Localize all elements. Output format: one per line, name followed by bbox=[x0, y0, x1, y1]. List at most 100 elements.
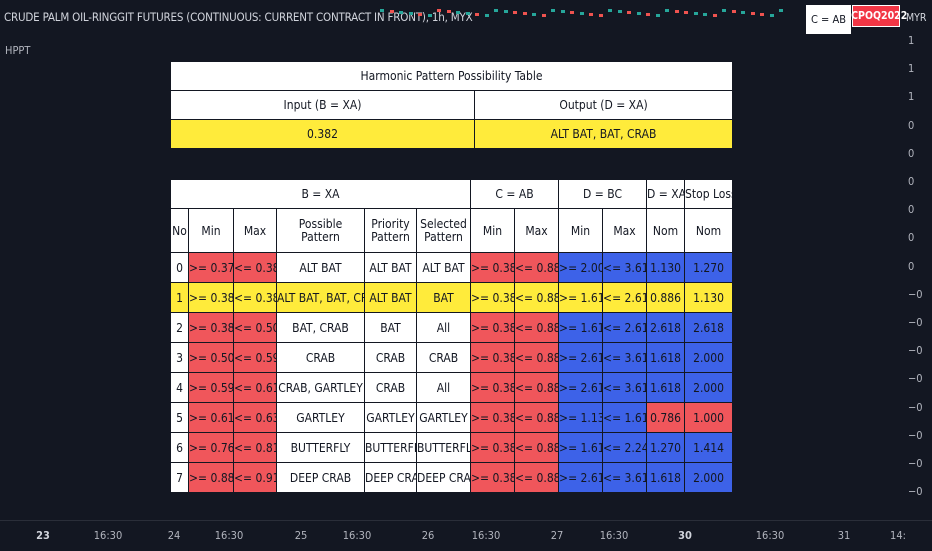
candle bbox=[693, 12, 698, 15]
price-tick: −0 bbox=[908, 457, 923, 470]
candle bbox=[665, 9, 669, 12]
table-row: 6>= 0.762<= 0.810BUTTERFLYBUTTERFLYBUTTE… bbox=[170, 432, 734, 463]
d-min-cell: >= 1.618 bbox=[558, 312, 604, 343]
possibility-table-title: Harmonic Pattern Possibility Table bbox=[169, 61, 734, 91]
c-max-cell: <= 0.886 bbox=[513, 462, 560, 493]
table-row: 7>= 0.886<= 0.913DEEP CRABDEEP CRABDEEP … bbox=[170, 462, 734, 493]
b-min-cell: >= 0.599 bbox=[188, 372, 234, 403]
candle bbox=[769, 14, 774, 17]
row-number: 4 bbox=[170, 372, 189, 403]
d-min-cell: >= 2.000 bbox=[558, 252, 604, 283]
candle bbox=[389, 10, 394, 13]
time-tick: 31 bbox=[837, 529, 851, 542]
output-value: ALT BAT, BAT, CRAB bbox=[473, 119, 734, 149]
col-d-min: Min bbox=[558, 208, 604, 253]
price-tick: −0 bbox=[908, 287, 923, 301]
table-row: 2>= 0.383<= 0.500BAT, CRABBATAll>= 0.382… bbox=[170, 312, 734, 343]
stop-loss-cell: 1.414 bbox=[684, 432, 734, 463]
price-tick: 0 bbox=[908, 146, 915, 160]
b-max-cell: <= 0.913 bbox=[233, 462, 277, 493]
b-max-cell: <= 0.381 bbox=[233, 252, 277, 283]
candle bbox=[380, 9, 384, 12]
b-min-cell: >= 0.619 bbox=[188, 402, 234, 433]
d-max-cell: <= 3.618 bbox=[602, 252, 648, 283]
d-max-cell: <= 1.618 bbox=[602, 402, 648, 433]
candle bbox=[684, 11, 688, 14]
indicator-label[interactable]: HPPT bbox=[5, 44, 30, 57]
price-tick: 1 bbox=[908, 62, 915, 76]
candle bbox=[722, 9, 726, 12]
candle bbox=[712, 14, 717, 17]
col-no: No bbox=[170, 208, 189, 253]
pattern-table: B = XA C = AB D = BC D = XA Stop Loss No… bbox=[170, 179, 734, 493]
time-tick: 30 bbox=[678, 529, 692, 542]
selected-pattern-cell: All bbox=[416, 312, 471, 343]
candle bbox=[674, 10, 679, 13]
stop-loss-cell: 1.000 bbox=[684, 402, 734, 433]
d-min-cell: >= 1.618 bbox=[558, 432, 604, 463]
price-axis[interactable]: 1 1 1 0 0 0 0 0 0 −0 −0 −0 −0 −0 −0 −0 −0 bbox=[900, 0, 932, 520]
stop-loss-cell: 2.000 bbox=[684, 372, 734, 403]
candle bbox=[551, 9, 555, 12]
candle bbox=[408, 12, 413, 15]
price-tick: 1 bbox=[908, 90, 915, 104]
table-row: 1>= 0.382<= 0.382ALT BAT, BAT, CRABALT B… bbox=[170, 282, 734, 313]
b-max-cell: <= 0.810 bbox=[233, 432, 277, 463]
price-tick: 0 bbox=[908, 231, 915, 245]
selected-pattern-cell: BAT bbox=[416, 282, 471, 313]
price-tick: 1 bbox=[908, 34, 915, 47]
b-min-cell: >= 0.371 bbox=[188, 252, 234, 283]
time-tick: 25 bbox=[294, 529, 308, 542]
b-max-cell: <= 0.618 bbox=[233, 372, 277, 403]
d-min-cell: >= 2.618 bbox=[558, 372, 604, 403]
d-max-cell: <= 2.618 bbox=[602, 282, 648, 313]
priority-pattern-cell: CRAB bbox=[364, 372, 417, 403]
candle bbox=[646, 13, 650, 16]
d-max-cell: <= 2.618 bbox=[602, 312, 648, 343]
d-min-cell: >= 2.618 bbox=[558, 342, 604, 373]
selected-pattern-cell: DEEP CRAB bbox=[416, 462, 471, 493]
output-header: Output (D = XA) bbox=[473, 90, 734, 120]
input-header: Input (B = XA) bbox=[170, 90, 475, 120]
candle bbox=[741, 11, 745, 14]
d-min-cell: >= 1.618 bbox=[558, 282, 604, 313]
price-tick: 0 bbox=[908, 118, 915, 132]
time-tick: 23 bbox=[36, 529, 50, 542]
candle bbox=[437, 9, 441, 12]
d-max-cell: <= 3.618 bbox=[602, 372, 648, 403]
candle bbox=[636, 12, 641, 15]
d-xa-cell: 1.618 bbox=[646, 462, 686, 493]
col-possible-pattern: Possible Pattern bbox=[276, 208, 365, 253]
group-d-xa: D = XA bbox=[646, 179, 686, 209]
d-max-cell: <= 3.618 bbox=[602, 342, 648, 373]
candle bbox=[465, 12, 470, 15]
b-max-cell: <= 0.637 bbox=[233, 402, 277, 433]
priority-pattern-cell: BAT bbox=[364, 312, 417, 343]
col-b-min: Min bbox=[188, 208, 234, 253]
possible-pattern-cell: CRAB, GARTLEY bbox=[276, 372, 365, 403]
candle bbox=[760, 13, 764, 16]
candle bbox=[560, 10, 565, 13]
col-d-max: Max bbox=[602, 208, 648, 253]
row-number: 0 bbox=[170, 252, 189, 283]
possible-pattern-cell: ALT BAT bbox=[276, 252, 365, 283]
row-number: 2 bbox=[170, 312, 189, 343]
time-tick: 26 bbox=[421, 529, 435, 542]
d-xa-cell: 1.130 bbox=[646, 252, 686, 283]
time-axis[interactable]: 23 16:30 24 16:30 25 16:30 26 16:30 27 16:30 30 16:… bbox=[0, 520, 932, 551]
time-tick: 16:30 bbox=[599, 529, 629, 542]
group-d-bc: D = BC bbox=[558, 179, 648, 209]
candle bbox=[731, 10, 736, 13]
candle bbox=[484, 14, 489, 17]
b-min-cell: >= 0.762 bbox=[188, 432, 234, 463]
possible-pattern-cell: ALT BAT, BAT, CRAB bbox=[276, 282, 365, 313]
col-c-min: Min bbox=[470, 208, 515, 253]
price-tick: −0 bbox=[908, 485, 923, 499]
priority-pattern-cell: BUTTERFLY bbox=[364, 432, 417, 463]
time-tick: 27 bbox=[550, 529, 564, 542]
price-tick: −0 bbox=[908, 400, 923, 414]
c-min-cell: >= 0.382 bbox=[470, 432, 515, 463]
c-max-cell: <= 0.886 bbox=[513, 432, 560, 463]
row-number: 5 bbox=[170, 402, 189, 433]
price-tick: −0 bbox=[908, 344, 923, 358]
